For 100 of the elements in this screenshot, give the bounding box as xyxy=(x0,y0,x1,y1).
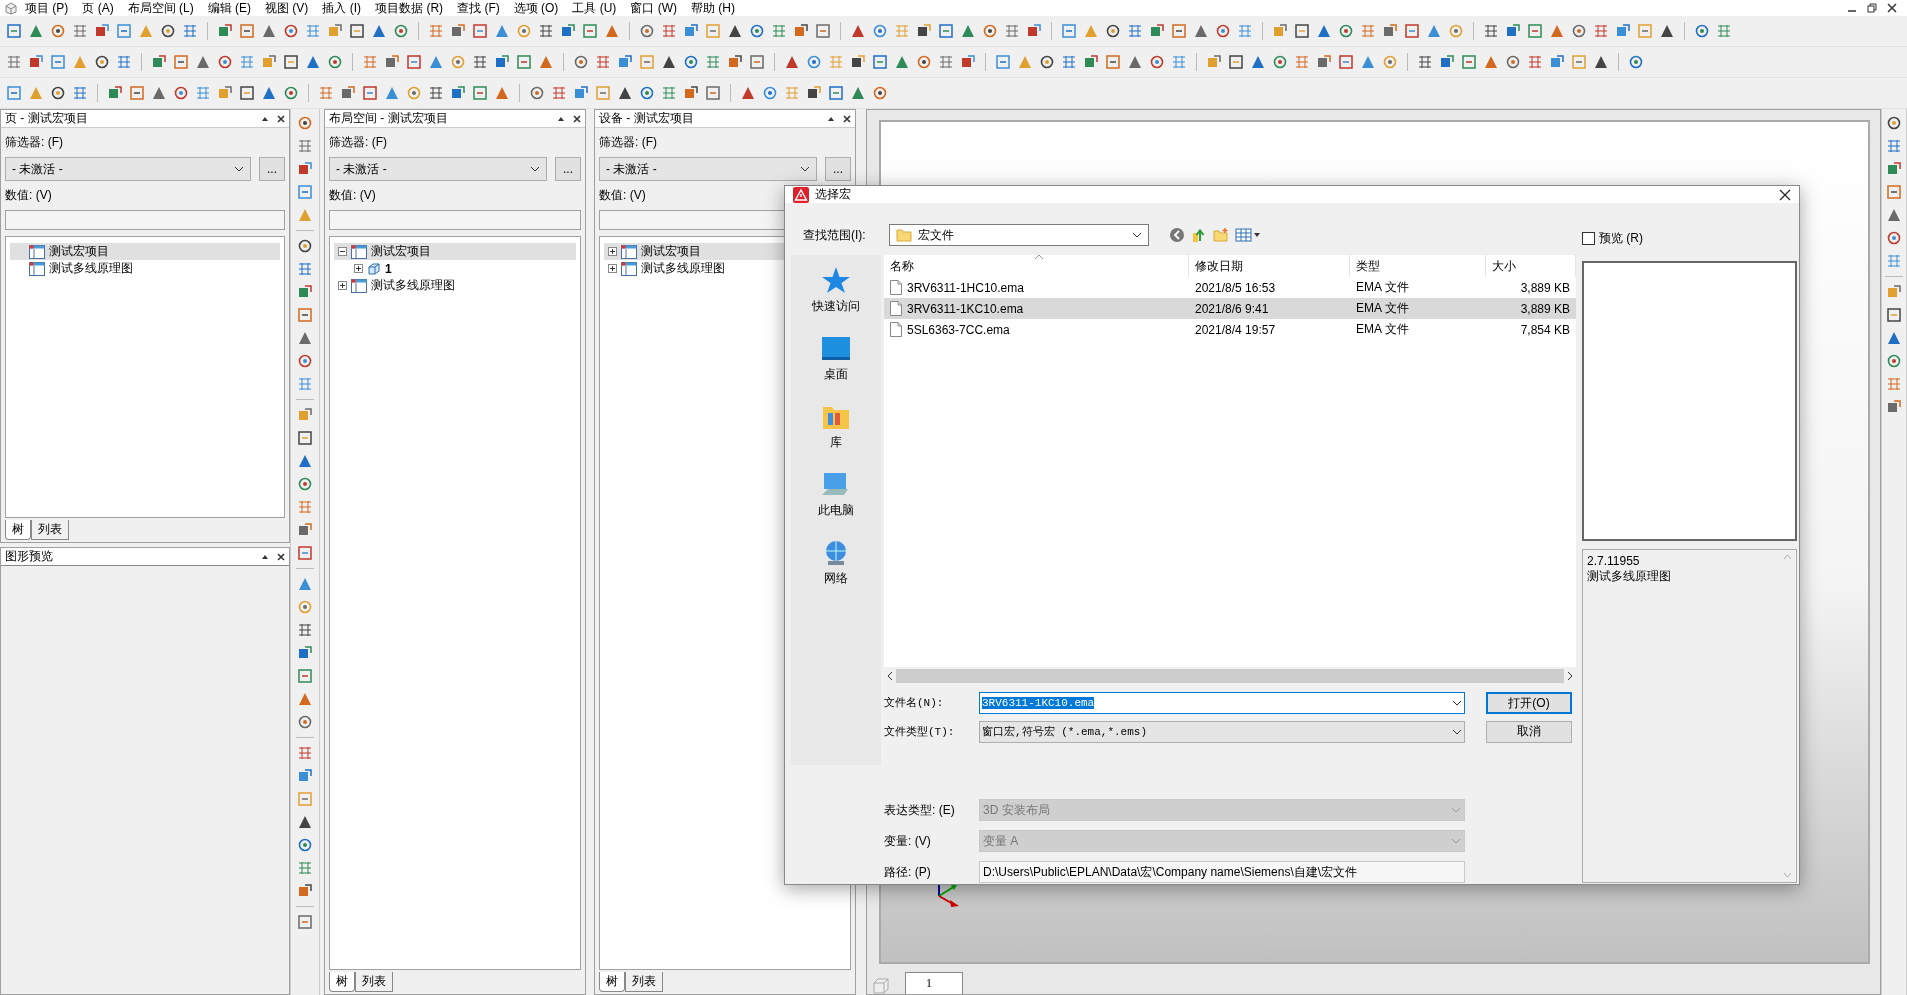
scroll-left-icon[interactable] xyxy=(886,671,894,681)
place-label[interactable]: 快速访问 xyxy=(812,298,860,315)
toolbar-icon[interactable] xyxy=(960,54,976,70)
file-row[interactable]: 5SL6363-7CC.ema 2021/8/4 19:57 EMA 文件 7,854 KB xyxy=(884,319,1576,340)
open-button[interactable]: 打开(O) xyxy=(1486,691,1572,714)
cancel-button[interactable]: 取消 xyxy=(1486,720,1572,743)
more-button[interactable]: ... xyxy=(259,157,285,181)
preview-label[interactable]: 预览 (R) xyxy=(1599,229,1643,247)
toolbar-icon[interactable] xyxy=(472,54,488,70)
toolbar-icon[interactable] xyxy=(50,23,66,39)
toolbar-icon[interactable] xyxy=(297,161,313,177)
tree-item[interactable]: 测试宏项目 xyxy=(334,243,576,260)
tree-item[interactable]: 测试多线原理图 xyxy=(334,277,576,294)
toolbar-icon[interactable] xyxy=(384,54,400,70)
toolbar-icon[interactable] xyxy=(297,645,313,661)
panel-tab[interactable]: 树 xyxy=(599,972,625,992)
up-folder-icon[interactable] xyxy=(1191,227,1207,243)
toolbar-icon[interactable] xyxy=(297,814,313,830)
toolbar-icon[interactable] xyxy=(683,54,699,70)
toolbar-icon[interactable] xyxy=(239,85,255,101)
expand-icon[interactable] xyxy=(608,264,617,273)
close-icon[interactable] xyxy=(843,114,851,123)
toolbar-icon[interactable] xyxy=(1193,23,1209,39)
toolbar-icon[interactable] xyxy=(850,23,866,39)
column-header[interactable]: 修改日期 xyxy=(1189,255,1350,277)
toolbar-icon[interactable] xyxy=(1316,23,1332,39)
toolbar-icon[interactable] xyxy=(1593,54,1609,70)
file-row[interactable]: 3RV6311-1KC10.ema 2021/8/6 9:41 EMA 文件 3,889 KB xyxy=(884,298,1576,319)
place-label[interactable]: 网络 xyxy=(824,570,848,587)
toolbar-icon[interactable] xyxy=(639,85,655,101)
toolbar-icon[interactable] xyxy=(297,837,313,853)
toolbar-icon[interactable] xyxy=(727,23,743,39)
scroll-up-icon[interactable] xyxy=(1782,554,1792,560)
panel-tab[interactable]: 树 xyxy=(5,520,31,540)
toolbar-icon[interactable] xyxy=(297,238,313,254)
toolbar-icon[interactable] xyxy=(28,54,44,70)
menu-item[interactable]: 项目数据 (R) xyxy=(368,0,451,16)
toolbar-icon[interactable] xyxy=(872,85,888,101)
toolbar-icon[interactable] xyxy=(1338,23,1354,39)
toolbar-icon[interactable] xyxy=(661,54,677,70)
menu-item[interactable]: 项目 (P) xyxy=(18,0,76,16)
menu-item[interactable]: 插入 (I) xyxy=(315,0,369,16)
filter-dropdown[interactable]: - 未激活 - xyxy=(329,157,547,181)
tree-item[interactable]: 测试宏项目 xyxy=(10,243,280,260)
filter-dropdown[interactable]: - 未激活 - xyxy=(5,157,251,181)
toolbar-icon[interactable] xyxy=(283,54,299,70)
toolbar-icon[interactable] xyxy=(297,430,313,446)
close-icon[interactable] xyxy=(573,114,581,123)
toolbar-icon[interactable] xyxy=(560,23,576,39)
more-button[interactable]: ... xyxy=(555,157,581,181)
toolbar-icon[interactable] xyxy=(297,522,313,538)
toolbar-icon[interactable] xyxy=(393,23,409,39)
toolbar-icon[interactable] xyxy=(1105,54,1121,70)
close-icon[interactable] xyxy=(277,114,285,123)
toolbar-icon[interactable] xyxy=(1886,330,1902,346)
toolbar-icon[interactable] xyxy=(749,23,765,39)
toolbar-icon[interactable] xyxy=(1886,184,1902,200)
toolbar-icon[interactable] xyxy=(573,54,589,70)
toolbar-icon[interactable] xyxy=(217,54,233,70)
toolbar-icon[interactable] xyxy=(297,883,313,899)
column-header[interactable]: 名称 xyxy=(884,255,1189,277)
toolbar-icon[interactable] xyxy=(28,23,44,39)
toolbar-icon[interactable] xyxy=(1886,207,1902,223)
toolbar-icon[interactable] xyxy=(450,85,466,101)
toolbar-icon[interactable] xyxy=(1886,399,1902,415)
toolbar-icon[interactable] xyxy=(1105,23,1121,39)
toolbar-icon[interactable] xyxy=(1127,54,1143,70)
toolbar-icon[interactable] xyxy=(217,23,233,39)
value-input-field[interactable] xyxy=(329,210,581,230)
column-header[interactable]: 大小 xyxy=(1486,255,1576,277)
close-icon[interactable] xyxy=(1887,3,1897,13)
toolbar-icon[interactable] xyxy=(173,85,189,101)
menu-item[interactable]: 编辑 (E) xyxy=(200,0,259,16)
menu-item[interactable]: 视图 (V) xyxy=(258,0,316,16)
toolbar-icon[interactable] xyxy=(1483,23,1499,39)
toolbar-icon[interactable] xyxy=(1083,54,1099,70)
file-type-dropdown[interactable]: 窗口宏,符号宏 (*.ema,*.ems) xyxy=(979,720,1465,743)
toolbar-icon[interactable] xyxy=(1382,23,1398,39)
toolbar-icon[interactable] xyxy=(1417,54,1433,70)
panel-tab[interactable]: 列表 xyxy=(31,520,69,540)
menu-item[interactable]: 查找 (F) xyxy=(450,0,507,16)
toolbar-icon[interactable] xyxy=(297,353,313,369)
toolbar-icon[interactable] xyxy=(94,23,110,39)
toolbar-icon[interactable] xyxy=(1149,54,1165,70)
toolbar-icon[interactable] xyxy=(1039,54,1055,70)
toolbar-icon[interactable] xyxy=(617,85,633,101)
toolbar-icon[interactable] xyxy=(297,622,313,638)
toolbar-icon[interactable] xyxy=(740,85,756,101)
panel-tab[interactable]: 列表 xyxy=(355,972,393,992)
toolbar-icon[interactable] xyxy=(283,23,299,39)
toolbar-icon[interactable] xyxy=(297,714,313,730)
more-button[interactable]: ... xyxy=(825,157,851,181)
toolbar-icon[interactable] xyxy=(1215,23,1231,39)
toolbar-icon[interactable] xyxy=(1886,307,1902,323)
expand-icon[interactable] xyxy=(354,264,363,273)
menu-item[interactable]: 工具 (U) xyxy=(565,0,624,16)
toolbar-icon[interactable] xyxy=(305,54,321,70)
toolbar-icon[interactable] xyxy=(1316,54,1332,70)
toolbar-icon[interactable] xyxy=(1628,54,1644,70)
look-in-dropdown[interactable]: 宏文件 xyxy=(889,224,1149,246)
